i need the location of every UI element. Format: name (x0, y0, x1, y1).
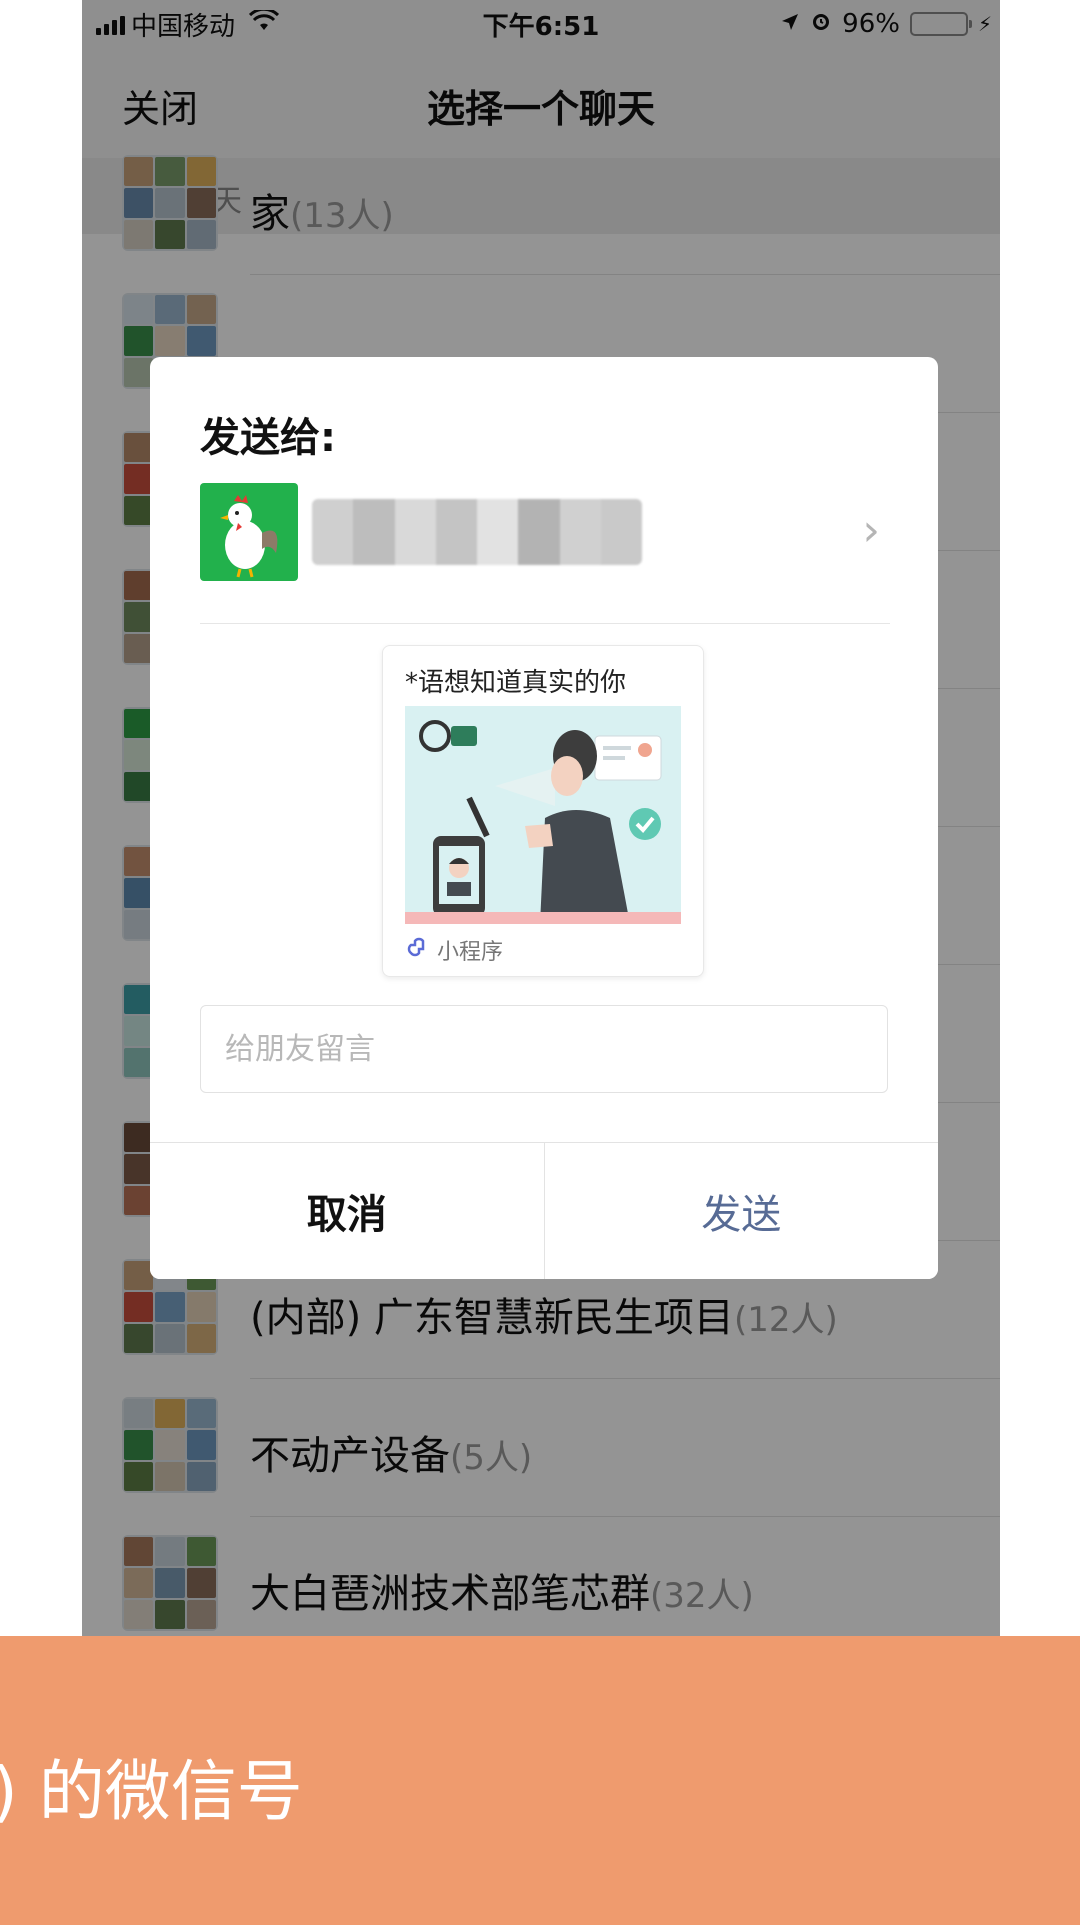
recipient-avatar (200, 483, 298, 581)
send-button[interactable]: 发送 (544, 1143, 938, 1279)
mini-program-label: 小程序 (437, 940, 504, 965)
caption-banner: ) 的微信号 (0, 1636, 1080, 1925)
recipient-name-blurred (312, 499, 642, 565)
send-dialog: 发送给: › *语想知道真实的你 小程序 给朋友留言 取消 发送 (150, 357, 938, 1279)
mini-program-card[interactable]: *语想知道真实的你 小程序 (382, 645, 704, 977)
caption-text: ) 的微信号 (0, 1753, 303, 1830)
cancel-button[interactable]: 取消 (150, 1143, 545, 1279)
message-input[interactable] (200, 1005, 888, 1093)
card-illustration-band (405, 912, 681, 924)
card-illustration (405, 706, 681, 924)
dialog-title: 发送给: (200, 415, 336, 461)
chevron-right-icon: › (862, 505, 880, 556)
rooster-icon (220, 495, 278, 578)
card-title: *语想知道真实的你 (405, 668, 627, 698)
screen: 中国移动 下午6:51 96% ⚡ 关闭 选择一个聊天 家(13人) (内部) … (0, 0, 1080, 1925)
dialog-actions: 取消 发送 (150, 1142, 938, 1279)
recipient-row[interactable]: › (200, 483, 890, 624)
card-footer: 小程序 (405, 934, 503, 966)
mini-program-icon (405, 935, 429, 965)
face-scan-illustration (419, 720, 662, 924)
